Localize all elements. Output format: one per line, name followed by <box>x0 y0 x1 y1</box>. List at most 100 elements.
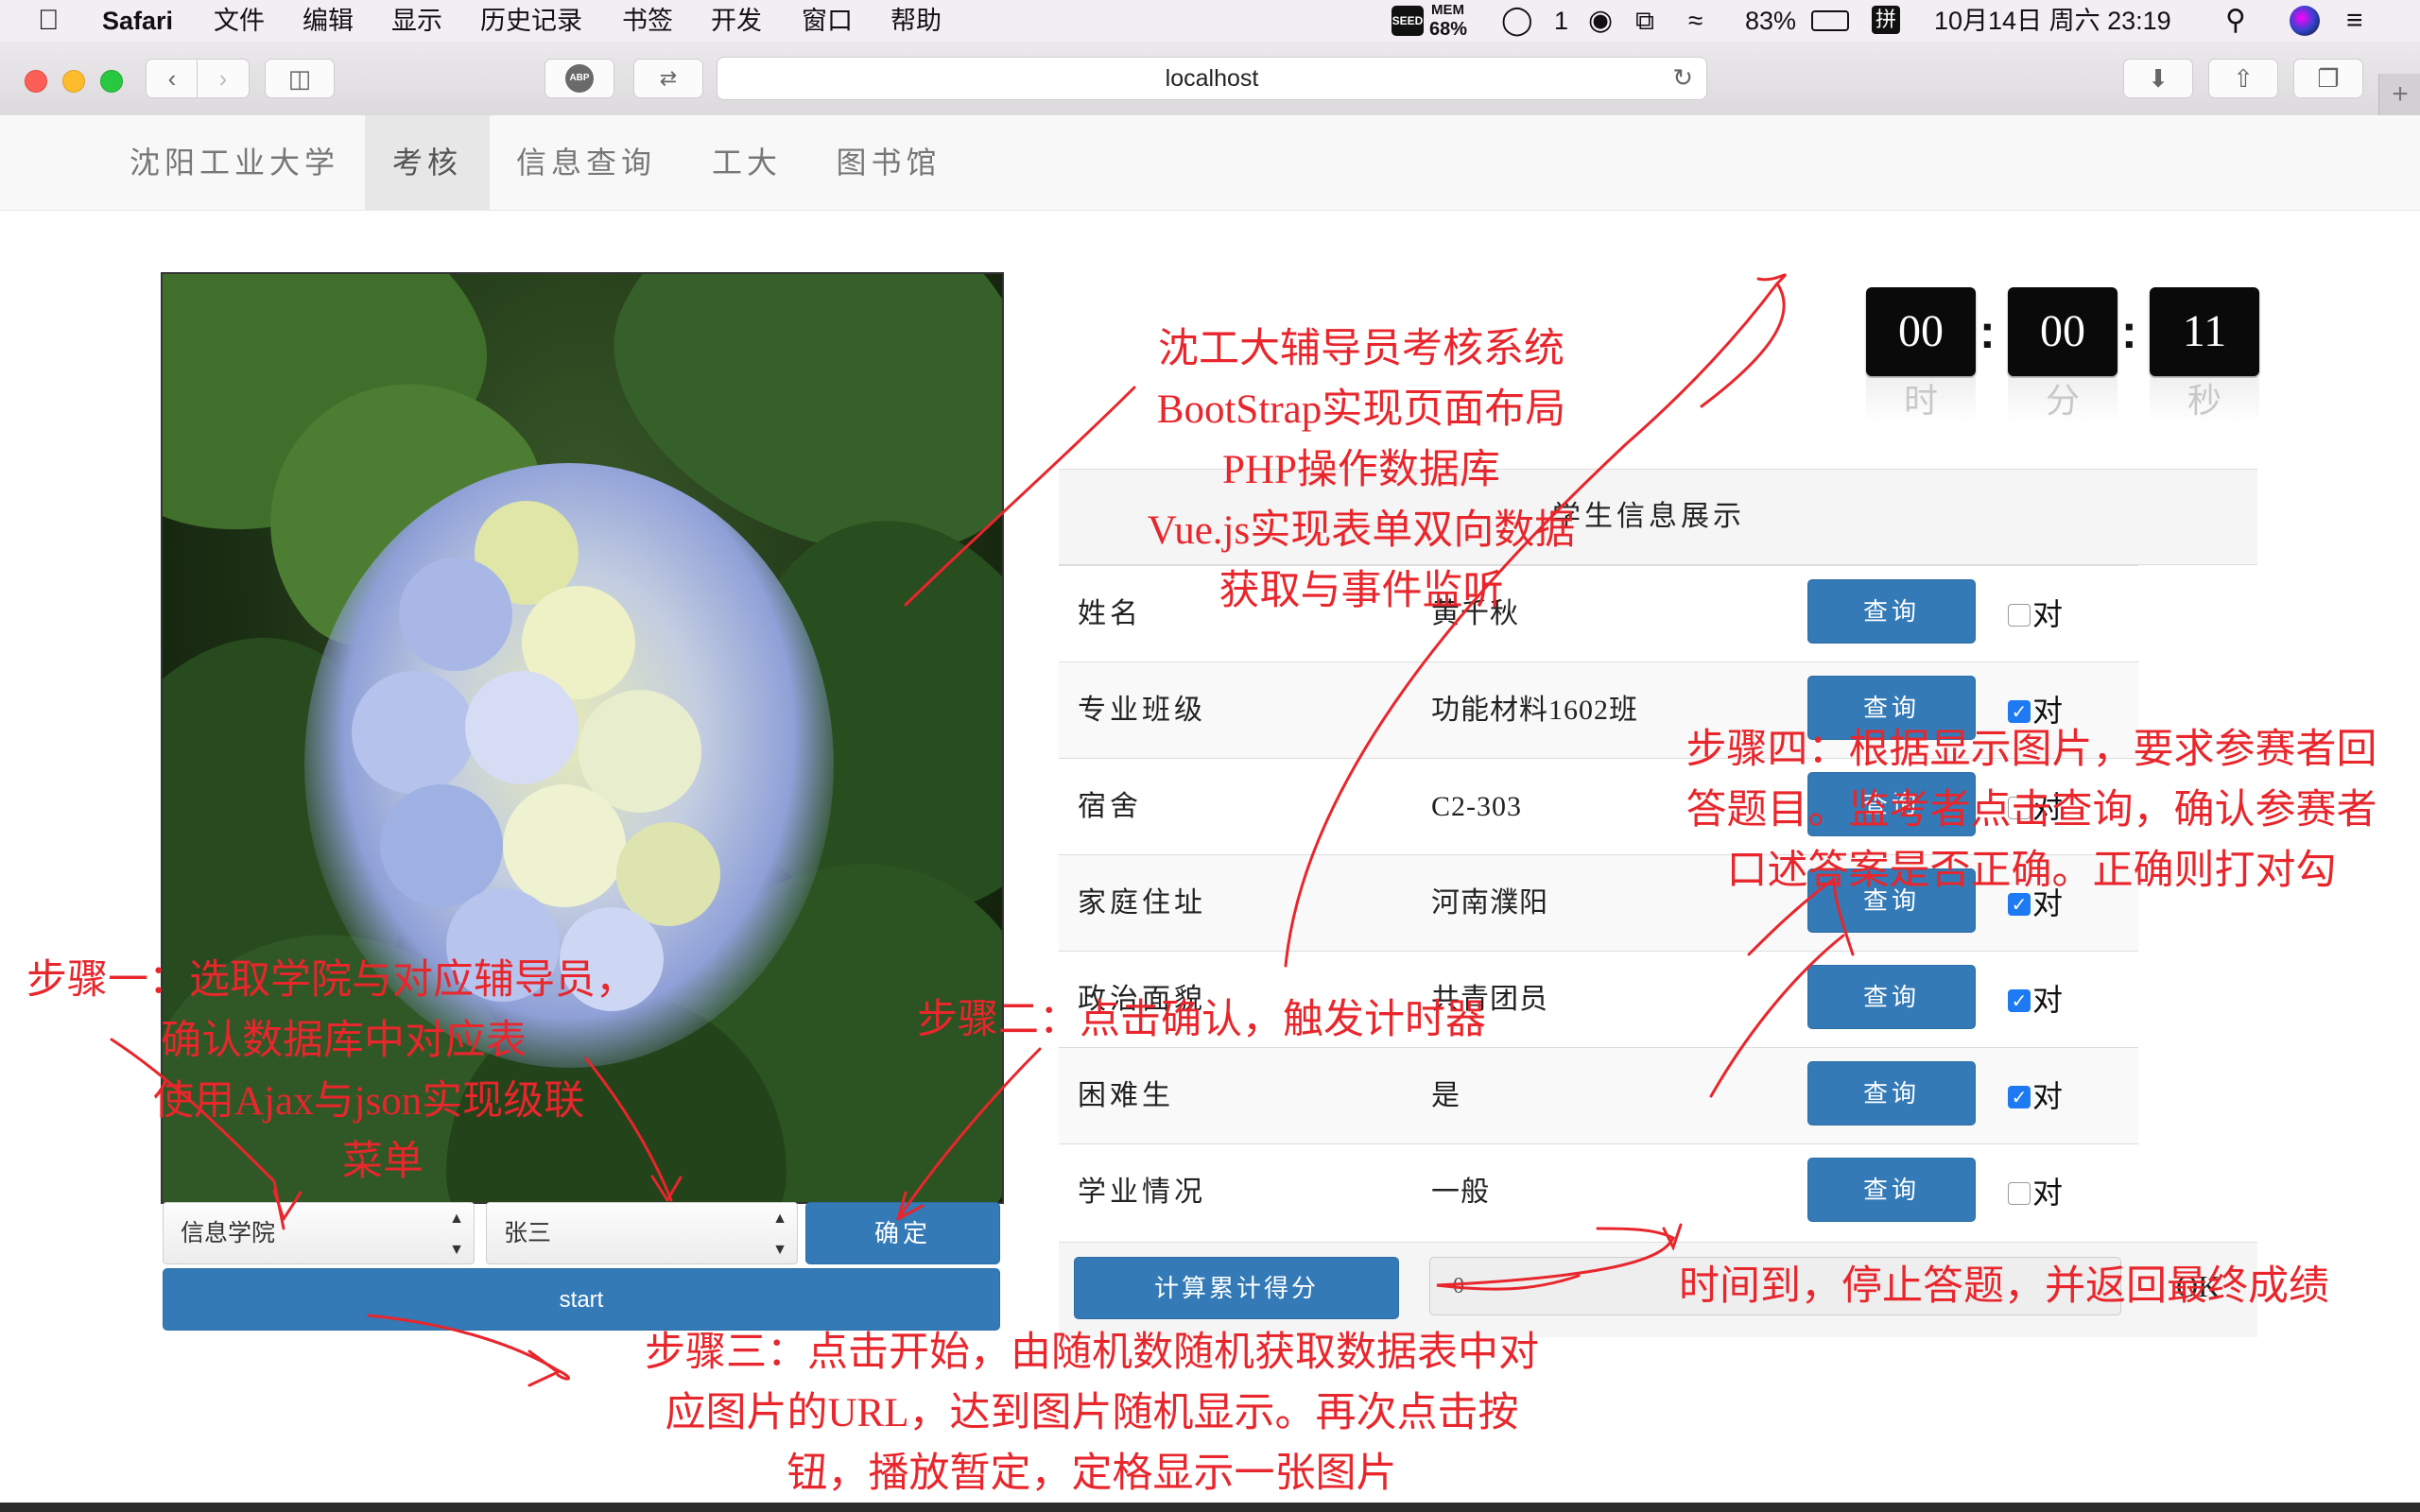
mem-value: 68% <box>1429 19 1468 40</box>
notification-center-icon[interactable]: ≡ <box>2346 4 2363 38</box>
navbar-brand[interactable]: 沈阳工业大学 <box>121 115 348 210</box>
wechat-icon[interactable]: ◯ <box>1501 4 1533 38</box>
correct-label: 对 <box>2032 983 2064 1017</box>
table-row: 学业情况 一般 查询 对 <box>1059 1143 2138 1241</box>
address-bar-url: localhost <box>1165 64 1259 92</box>
evernote-icon[interactable]: ◉ <box>1588 4 1613 38</box>
timer-hours-unit: 时 <box>1866 378 1976 423</box>
query-button[interactable]: 查询 <box>1807 579 1976 644</box>
reload-icon[interactable]: ↻ <box>1672 63 1693 93</box>
mem-label: MEM <box>1431 2 1464 18</box>
downloads-icon[interactable]: ⬇ <box>2123 59 2193 98</box>
row-label: 困难生 <box>1078 1080 1174 1111</box>
new-tab-icon[interactable]: + <box>2378 74 2420 115</box>
college-select-value: 信息学院 <box>181 1221 276 1246</box>
annotation-step4: 步骤四：根据显示图片，要求参赛者回 答题目。监考者点击查询，确认参赛者 口述答案… <box>1651 720 2412 902</box>
counselor-select-value: 张三 <box>504 1221 552 1246</box>
annotation-line: 应图片的URL，达到图片随机显示。再次点击按 <box>665 1391 1519 1435</box>
table-row: 困难生 是 查询 ✓ 对 <box>1059 1047 2138 1144</box>
annotation-line: 答题目。监考者点击查询，确认参赛者 <box>1685 788 2377 833</box>
annotation-line: BootStrap实现页面布局 <box>1156 387 1566 432</box>
menu-app-name[interactable]: Safari <box>102 4 173 38</box>
nav-item-library[interactable]: 图书馆 <box>822 115 955 210</box>
annotation-line: 沈工大辅导员考核系统 <box>1158 327 1564 371</box>
adblock-label: ABP <box>565 64 594 93</box>
datetime[interactable]: 10月14日 周六 23:19 <box>1934 4 2171 38</box>
annotation-line: 确认数据库中对应表 <box>161 1019 527 1063</box>
wechat-count: 1 <box>1554 7 1569 35</box>
menu-history[interactable]: 历史记录 <box>480 4 582 38</box>
seed-icon[interactable]: SEED <box>1392 6 1424 36</box>
timer-colon: : <box>1979 305 1996 358</box>
back-icon[interactable]: ‹ <box>146 59 199 98</box>
close-window-icon[interactable] <box>25 70 47 93</box>
ime-icon[interactable]: 拼 <box>1872 6 1900 34</box>
nav-item-assessment[interactable]: 考核 <box>365 115 490 210</box>
annotation-line: 步骤一：选取学院与对应辅导员， <box>26 958 636 1003</box>
annotation-line: PHP操作数据库 <box>1222 448 1500 492</box>
correct-label: 对 <box>2032 1079 2064 1113</box>
sidebar-icon[interactable]: ◫ <box>265 59 335 98</box>
menu-view[interactable]: 显示 <box>391 4 442 38</box>
battery-icon[interactable] <box>1811 10 1849 31</box>
query-button[interactable]: 查询 <box>1807 965 1976 1029</box>
college-select[interactable]: 信息学院 ▲ ▼ <box>163 1202 475 1264</box>
menu-file[interactable]: 文件 <box>214 4 265 38</box>
nav-item-info-query[interactable]: 信息查询 <box>501 115 671 210</box>
counselor-select[interactable]: 张三 ▲ ▼ <box>486 1202 798 1264</box>
forward-icon[interactable]: › <box>197 59 250 98</box>
select-arrows-icon: ▲ ▼ <box>449 1211 464 1258</box>
timer-seconds-unit: 秒 <box>2150 378 2259 423</box>
timer-seconds: 11 <box>2150 287 2259 376</box>
annotation-step3: 步骤三：点击开始，由随机数随机获取数据表中对 应图片的URL，达到图片随机显示。… <box>596 1323 1588 1504</box>
correct-checkbox[interactable]: ✓ <box>2008 1086 2031 1108</box>
zoom-window-icon[interactable] <box>100 70 123 93</box>
select-arrows-icon: ▲ ▼ <box>772 1211 787 1258</box>
row-value: 河南濮阳 <box>1431 887 1548 919</box>
correct-checkbox[interactable] <box>2008 1182 2031 1205</box>
correct-label: 对 <box>2032 597 2064 631</box>
annotation-step5: 时间到，停止答题，并返回最终成绩 <box>1679 1264 2329 1309</box>
annotation-step1: 步骤一：选取学院与对应辅导员， 确认数据库中对应表 使用Ajax与json实现级… <box>26 951 636 1193</box>
annotation-line: 钮，播放暂定，定格显示一张图片 <box>786 1452 1397 1496</box>
menu-bar:  Safari 文件 编辑 显示 历史记录 书签 开发 窗口 帮助 SEED … <box>0 0 2420 43</box>
reader-sync-icon[interactable]: ⇄ <box>633 59 703 98</box>
row-value: 功能材料1602班 <box>1431 695 1638 726</box>
confirm-button[interactable]: 确定 <box>805 1202 1000 1264</box>
menu-help[interactable]: 帮助 <box>890 4 942 38</box>
correct-checkbox[interactable]: ✓ <box>2008 989 2031 1012</box>
query-button[interactable]: 查询 <box>1807 1158 1976 1222</box>
address-bar[interactable]: localhost ↻ <box>717 57 1707 100</box>
annotation-line: 菜单 <box>342 1140 424 1184</box>
correct-label: 对 <box>2032 1176 2064 1210</box>
menu-develop[interactable]: 开发 <box>711 4 762 38</box>
query-button[interactable]: 查询 <box>1807 1061 1976 1125</box>
annotation-line: 使用Ajax与json实现级联 <box>153 1079 585 1124</box>
annotation-line: 口述答案是否正确。正确则打对勾 <box>1726 849 2337 893</box>
apple-icon[interactable]:  <box>38 4 60 38</box>
window-switch-icon[interactable]: ⧉ <box>1635 4 1654 38</box>
timer-colon: : <box>2121 305 2137 358</box>
row-label: 家庭住址 <box>1078 887 1206 919</box>
siri-icon[interactable] <box>2290 6 2320 36</box>
annotation-line: Vue.js实现表单双向数据 <box>1147 508 1576 553</box>
menu-bookmarks[interactable]: 书签 <box>622 4 673 38</box>
wifi-icon[interactable]: ≈ <box>1688 4 1703 38</box>
tabs-overview-icon[interactable]: ❐ <box>2293 59 2363 98</box>
annotation-line: 步骤四：根据显示图片，要求参赛者回 <box>1685 728 2377 772</box>
nav-item-university[interactable]: 工大 <box>700 115 794 210</box>
battery-percent: 83% <box>1745 7 1797 35</box>
timer-minutes: 00 <box>2008 287 2118 376</box>
minimize-window-icon[interactable] <box>62 70 85 93</box>
correct-checkbox[interactable] <box>2008 604 2031 627</box>
annotation-line: 获取与事件监听 <box>1219 569 1504 613</box>
share-icon[interactable]: ⇧ <box>2208 59 2278 98</box>
menu-edit[interactable]: 编辑 <box>302 4 354 38</box>
spotlight-search-icon[interactable]: ⚲ <box>2225 4 2246 38</box>
start-button[interactable]: start <box>163 1268 1000 1331</box>
menu-window[interactable]: 窗口 <box>802 4 853 38</box>
adblock-icon[interactable]: ABP <box>544 59 614 98</box>
row-value: C2-303 <box>1431 791 1522 822</box>
calculate-score-button[interactable]: 计算累计得分 <box>1074 1257 1399 1319</box>
row-value: 一般 <box>1431 1177 1490 1208</box>
